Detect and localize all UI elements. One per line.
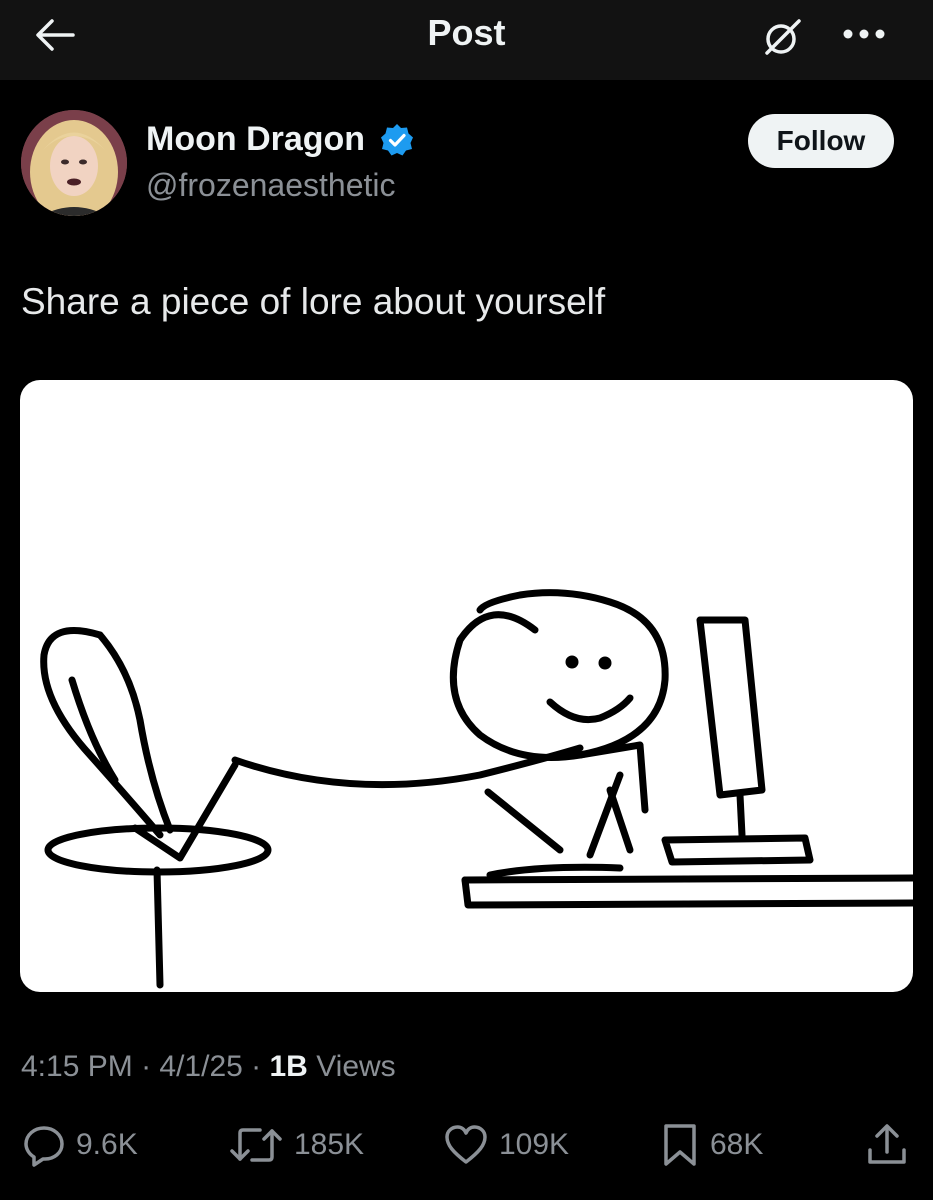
post-text: Share a piece of lore about yourself <box>21 281 606 322</box>
repost-button[interactable]: 185K <box>228 1120 364 1170</box>
stick-figure-drawing <box>40 589 913 989</box>
bookmark-count: 68K <box>710 1128 764 1161</box>
ellipsis-icon <box>843 29 885 39</box>
verified-badge-icon <box>381 124 413 156</box>
follow-button[interactable]: Follow <box>748 114 894 168</box>
grok-button[interactable] <box>758 12 808 62</box>
post-date: 4/1/25 <box>159 1050 243 1083</box>
author-handle[interactable]: @frozenaesthetic <box>146 167 396 204</box>
share-button[interactable] <box>864 1120 910 1170</box>
repost-icon <box>230 1128 282 1162</box>
repost-count: 185K <box>294 1128 365 1161</box>
like-button[interactable]: 109K <box>443 1120 569 1170</box>
meta-separator: · <box>141 1050 160 1083</box>
bookmark-icon <box>664 1124 696 1166</box>
reply-button[interactable]: 9.6K <box>22 1120 138 1170</box>
reply-icon <box>24 1126 64 1167</box>
avatar[interactable] <box>21 110 127 216</box>
more-options-button[interactable] <box>834 14 894 54</box>
post-image[interactable] <box>20 380 913 992</box>
post-time: 4:15 PM <box>21 1050 133 1083</box>
author-display-name[interactable]: Moon Dragon <box>146 120 365 159</box>
bookmark-button[interactable]: 68K <box>660 1120 763 1170</box>
heart-icon <box>445 1125 487 1164</box>
reply-count: 9.6K <box>76 1128 138 1161</box>
views-count[interactable]: 1B <box>270 1050 317 1083</box>
grok-icon <box>765 19 801 55</box>
share-icon <box>868 1124 906 1164</box>
meta-separator: · <box>251 1050 270 1083</box>
post-meta: 4:15 PM · 4/1/25 · 1B Views <box>21 1050 396 1084</box>
views-label: Views <box>316 1050 396 1083</box>
like-count: 109K <box>499 1128 570 1161</box>
top-bar: Post <box>0 0 933 80</box>
